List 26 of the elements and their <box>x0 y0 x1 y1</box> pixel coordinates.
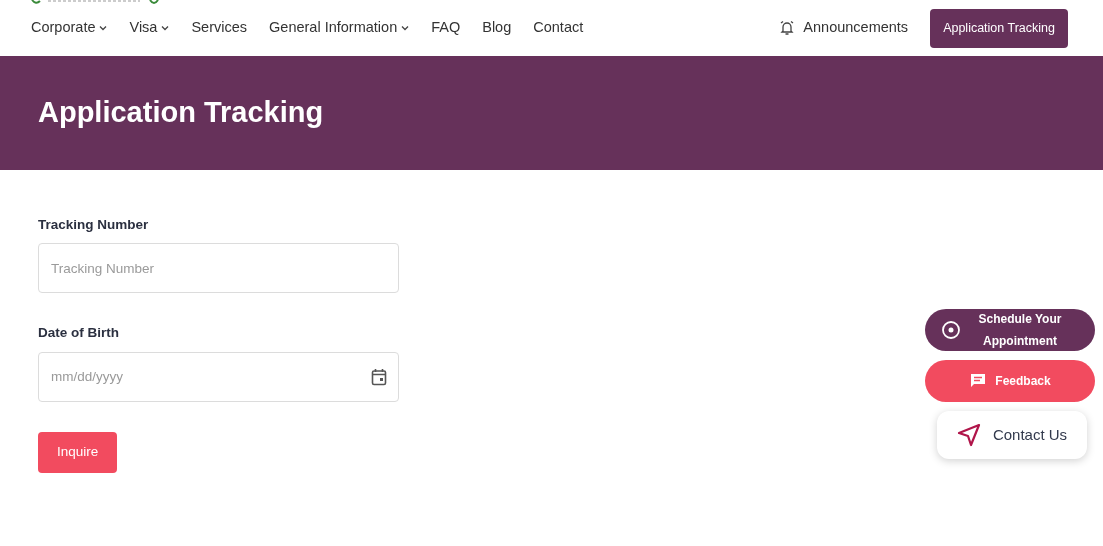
nav-link[interactable]: Corporate <box>31 17 108 39</box>
nav-link[interactable]: FAQ <box>431 17 461 39</box>
chat-icon <box>969 372 988 390</box>
chevron-down-icon <box>401 25 410 31</box>
announcements-link[interactable]: Announcements <box>779 17 909 39</box>
bell-icon <box>779 20 796 36</box>
field-label: Date of Birth <box>38 324 120 343</box>
nav-link[interactable]: Services <box>191 17 248 39</box>
inquire-button[interactable]: Inquire <box>38 431 118 473</box>
field-label: Tracking Number <box>38 216 150 234</box>
application-tracking-button[interactable]: Application Tracking <box>930 8 1068 48</box>
schedule-appointment-button[interactable]: Schedule Your Appointment <box>925 309 1095 351</box>
nav-link[interactable]: Blog <box>482 17 512 39</box>
contact-us-button[interactable]: Contact Us <box>937 411 1087 459</box>
send-icon <box>956 423 981 447</box>
page-title: Application Tracking <box>38 95 324 131</box>
calendar-icon <box>371 367 387 386</box>
target-icon <box>941 320 961 340</box>
nav-link[interactable]: Visa <box>129 17 170 39</box>
date-field[interactable]: mm/dd/yyyy <box>38 351 399 402</box>
nav-link[interactable]: Contact <box>533 17 584 39</box>
feedback-button[interactable]: Feedback <box>925 360 1095 402</box>
text-field[interactable]: Tracking Number <box>38 243 399 294</box>
nav-link[interactable]: General Information <box>269 17 410 39</box>
chevron-down-icon <box>99 25 108 31</box>
chevron-down-icon <box>161 25 170 31</box>
